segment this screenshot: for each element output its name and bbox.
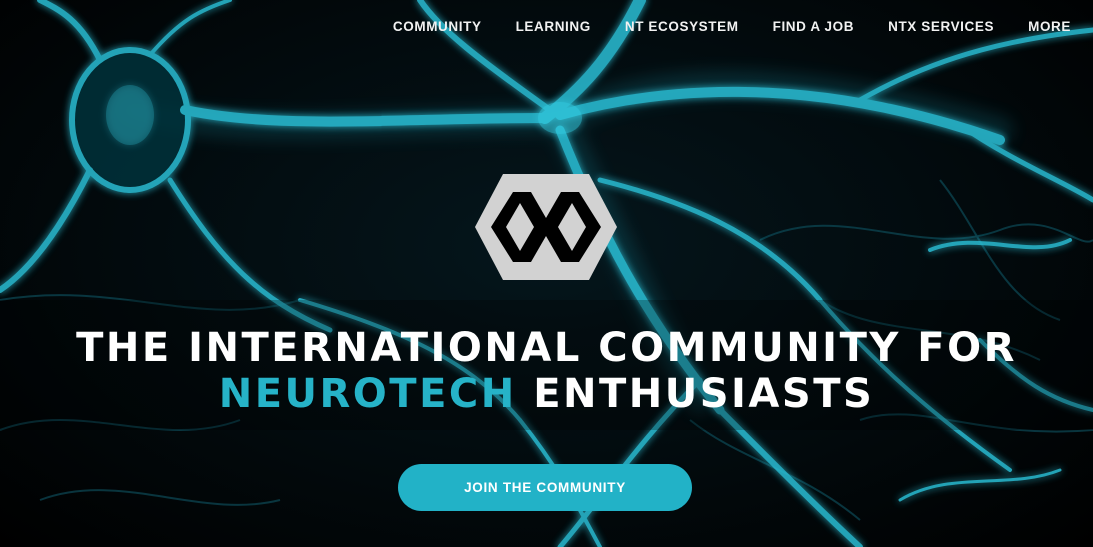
hero-headline-rest: ENTHUSIASTS — [533, 371, 875, 417]
nav-item-nt-ecosystem[interactable]: NT ECOSYSTEM — [625, 19, 739, 34]
neurotechx-logo-icon — [475, 174, 617, 280]
nav-item-more[interactable]: MORE — [1028, 19, 1071, 34]
nav-item-learning[interactable]: LEARNING — [516, 19, 591, 34]
nav-item-ntx-services[interactable]: NTX SERVICES — [888, 19, 994, 34]
nav-item-find-a-job[interactable]: FIND A JOB — [773, 19, 855, 34]
join-community-button[interactable]: JOIN THE COMMUNITY — [398, 464, 692, 511]
hero-headline-line1: THE INTERNATIONAL COMMUNITY FOR — [76, 325, 1017, 371]
main-nav: COMMUNITY LEARNING NT ECOSYSTEM FIND A J… — [393, 19, 1071, 34]
hero-headline-line2: NEUROTECH ENTHUSIASTS — [0, 371, 1093, 417]
hero-headline-accent: NEUROTECH — [218, 371, 517, 417]
hero-section: COMMUNITY LEARNING NT ECOSYSTEM FIND A J… — [0, 0, 1093, 547]
nav-item-community[interactable]: COMMUNITY — [393, 19, 482, 34]
